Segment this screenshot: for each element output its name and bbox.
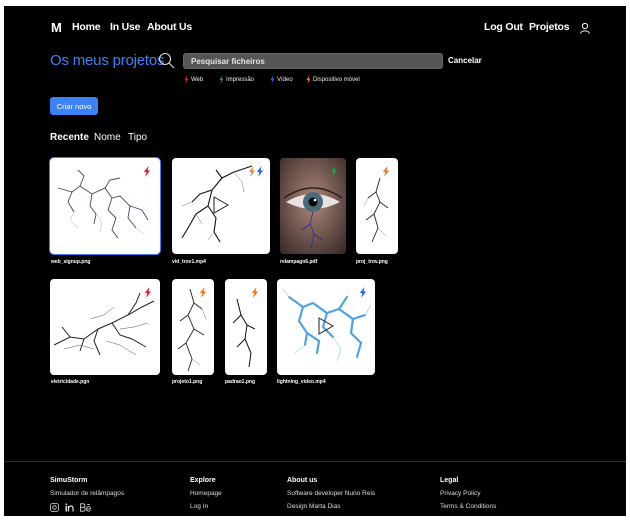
footer-brand-subtitle: Simulador de relâmpagos: [50, 490, 125, 497]
legend-label: Dispositivo móvel: [313, 77, 360, 84]
bolt-icon-web: [184, 75, 189, 84]
logo[interactable]: M: [51, 20, 62, 35]
top-nav: M Home In Use About Us Log Out Projetos: [4, 20, 626, 36]
app-frame: M Home In Use About Us Log Out Projetos …: [4, 6, 626, 516]
file-card[interactable]: [356, 158, 398, 254]
footer-legal: Legal Privacy Policy Terms & Conditions: [440, 477, 496, 516]
sort-name[interactable]: Nome: [94, 132, 121, 143]
sort-type[interactable]: Tipo: [128, 132, 147, 143]
user-icon[interactable]: [579, 22, 591, 34]
file-card[interactable]: [50, 158, 160, 254]
sort-recent[interactable]: Recente: [50, 132, 89, 143]
footer-about-title: About us: [287, 477, 318, 484]
file-name: padrao1.png: [225, 379, 256, 385]
file-card[interactable]: [225, 279, 267, 375]
behance-icon[interactable]: [80, 503, 91, 512]
file-name: lightning_video.mp4: [277, 379, 326, 385]
legend-label: Web: [191, 77, 204, 84]
bolt-icon-mobile: [199, 287, 207, 298]
legend-mobile: Dispositivo móvel: [306, 75, 360, 85]
file-name: eletricidade.pgn: [51, 379, 90, 385]
file-name: vid_trov1.mp4: [172, 259, 206, 265]
file-card[interactable]: [50, 279, 160, 375]
bolt-icon-print: [330, 166, 338, 177]
nav-log-out[interactable]: Log Out: [484, 21, 523, 33]
footer: SimuStorm Simulador de relâmpagos Explor…: [4, 461, 626, 517]
footer-legal-title: Legal: [440, 477, 459, 484]
legend-web: Web: [184, 75, 203, 85]
create-new-button[interactable]: Criar novo: [50, 97, 98, 115]
footer-link-privacy[interactable]: Privacy Policy: [440, 490, 496, 497]
legend-video: Vídeo: [270, 75, 293, 85]
file-card[interactable]: [280, 158, 346, 254]
page-title: Os meus projetos: [50, 52, 165, 69]
file-card[interactable]: [277, 279, 375, 375]
footer-explore: Explore Homepage Log In: [190, 477, 222, 516]
file-card[interactable]: [172, 158, 270, 254]
search-icon[interactable]: [158, 52, 175, 69]
file-name: web_signup.png: [51, 259, 91, 265]
nav-in-use[interactable]: In Use: [110, 21, 141, 33]
legend-label: Impressão: [226, 77, 255, 84]
file-card[interactable]: [172, 279, 214, 375]
file-name: proj_trov.png: [356, 259, 388, 265]
footer-link-homepage[interactable]: Homepage: [190, 490, 222, 497]
bolt-icon-mobile: [306, 75, 311, 84]
nav-projetos[interactable]: Projetos: [529, 21, 570, 33]
footer-about: About us Software developer Nuno Reis De…: [287, 477, 375, 516]
cancel-button[interactable]: Cancelar: [448, 56, 482, 65]
search-input[interactable]: [183, 53, 443, 69]
file-name: projeto1.png: [172, 379, 203, 385]
play-icon[interactable]: [212, 196, 230, 214]
footer-explore-title: Explore: [190, 477, 216, 484]
linkedin-icon[interactable]: [65, 503, 74, 512]
nav-about-us[interactable]: About Us: [147, 21, 192, 33]
bolt-icon-video: [256, 166, 264, 177]
bolt-icon-mobile: [382, 166, 390, 177]
file-thumbnail: [177, 288, 207, 372]
footer-brand: SimuStorm Simulador de relâmpagos: [50, 477, 124, 512]
bolt-icon-web: [143, 166, 151, 177]
bolt-icon-video: [359, 287, 367, 298]
legend-label: Vídeo: [277, 77, 293, 84]
instagram-icon[interactable]: [50, 503, 59, 512]
bolt-icon-mobile: [248, 166, 256, 177]
file-name: relampago6.pdf: [280, 259, 318, 265]
bolt-icon-web: [144, 287, 152, 298]
bolt-icon-video: [270, 75, 275, 84]
nav-home[interactable]: Home: [72, 21, 101, 33]
footer-link-terms[interactable]: Terms & Conditions: [440, 503, 496, 510]
footer-brand-title: SimuStorm: [50, 477, 88, 484]
file-thumbnail: [363, 177, 389, 243]
social-links: [50, 503, 124, 512]
footer-link-login[interactable]: Log In: [190, 503, 222, 510]
file-thumbnail: [232, 298, 256, 368]
legend-impressao: Impressão: [219, 75, 254, 85]
footer-link-developer[interactable]: Software developer Nuno Reis: [287, 490, 375, 497]
footer-link-design[interactable]: Design Marta Dias: [287, 503, 375, 510]
bolt-icon-print: [219, 75, 224, 84]
play-icon[interactable]: [317, 317, 335, 335]
bolt-icon-mobile: [251, 287, 259, 298]
